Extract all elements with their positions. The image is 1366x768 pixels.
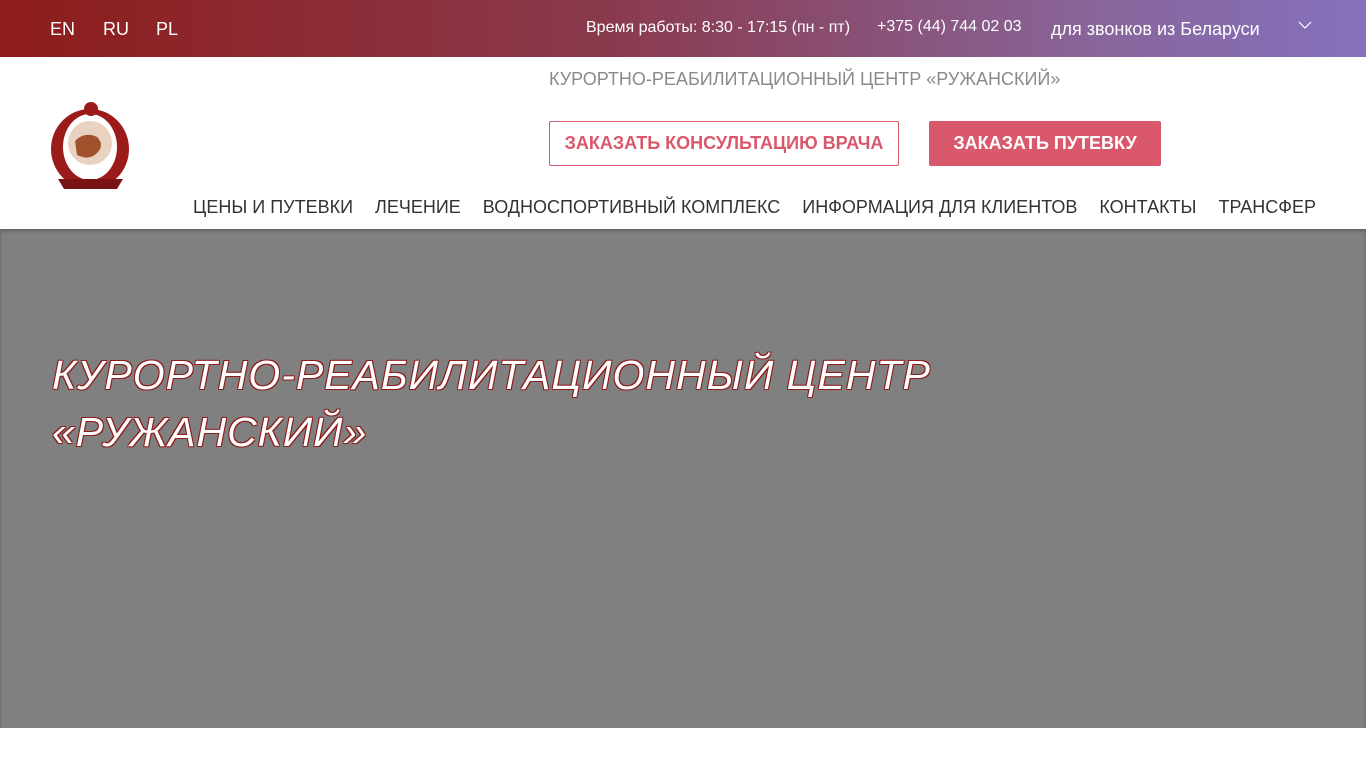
lang-en[interactable]: EN — [50, 19, 75, 40]
lang-pl[interactable]: PL — [156, 19, 178, 40]
phone-region-select[interactable]: для звонков из Беларуси — [1051, 19, 1260, 40]
nav-treatment[interactable]: ЛЕЧЕНИЕ — [375, 197, 461, 218]
chevron-down-icon[interactable] — [1298, 20, 1312, 30]
order-consultation-button[interactable]: ЗАКАЗАТЬ КОНСУЛЬТАЦИЮ ВРАЧА — [549, 121, 899, 166]
main-nav: ЦЕНЫ И ПУТЕВКИ ЛЕЧЕНИЕ ВОДНОСПОРТИВНЫЙ К… — [193, 197, 1316, 218]
hero-title-line2: «РУЖАНСКИЙ» — [52, 409, 368, 455]
phone-link[interactable]: +375 (44) 744 02 03 — [877, 18, 1022, 36]
hero-title-line1: КУРОРТНО-РЕАБИЛИТАЦИОННЫЙ ЦЕНТР — [52, 352, 931, 398]
nav-transfer[interactable]: ТРАНСФЕР — [1219, 197, 1317, 218]
nav-contacts[interactable]: КОНТАКТЫ — [1099, 197, 1196, 218]
nav-client-info[interactable]: ИНФОРМАЦИЯ ДЛЯ КЛИЕНТОВ — [802, 197, 1077, 218]
header: КУРОРТНО-РЕАБИЛИТАЦИОННЫЙ ЦЕНТР «РУЖАНСК… — [0, 57, 1366, 229]
site-subtitle: КУРОРТНО-РЕАБИЛИТАЦИОННЫЙ ЦЕНТР «РУЖАНСК… — [549, 69, 1061, 89]
top-bar: EN RU PL Время работы: 8:30 - 17:15 (пн … — [0, 0, 1366, 57]
hero-title: КУРОРТНО-РЕАБИЛИТАЦИОННЫЙ ЦЕНТР «РУЖАНСКИ… — [52, 347, 931, 461]
lang-ru[interactable]: RU — [103, 19, 129, 40]
nav-water-sports[interactable]: ВОДНОСПОРТИВНЫЙ КОМПЛЕКС — [483, 197, 780, 218]
working-hours: Время работы: 8:30 - 17:15 (пн - пт) — [586, 19, 851, 36]
logo[interactable] — [50, 101, 131, 193]
hero-banner: КУРОРТНО-РЕАБИЛИТАЦИОННЫЙ ЦЕНТР «РУЖАНСКИ… — [0, 229, 1366, 728]
order-voucher-button[interactable]: ЗАКАЗАТЬ ПУТЕВКУ — [929, 121, 1161, 166]
nav-prices[interactable]: ЦЕНЫ И ПУТЕВКИ — [193, 197, 353, 218]
